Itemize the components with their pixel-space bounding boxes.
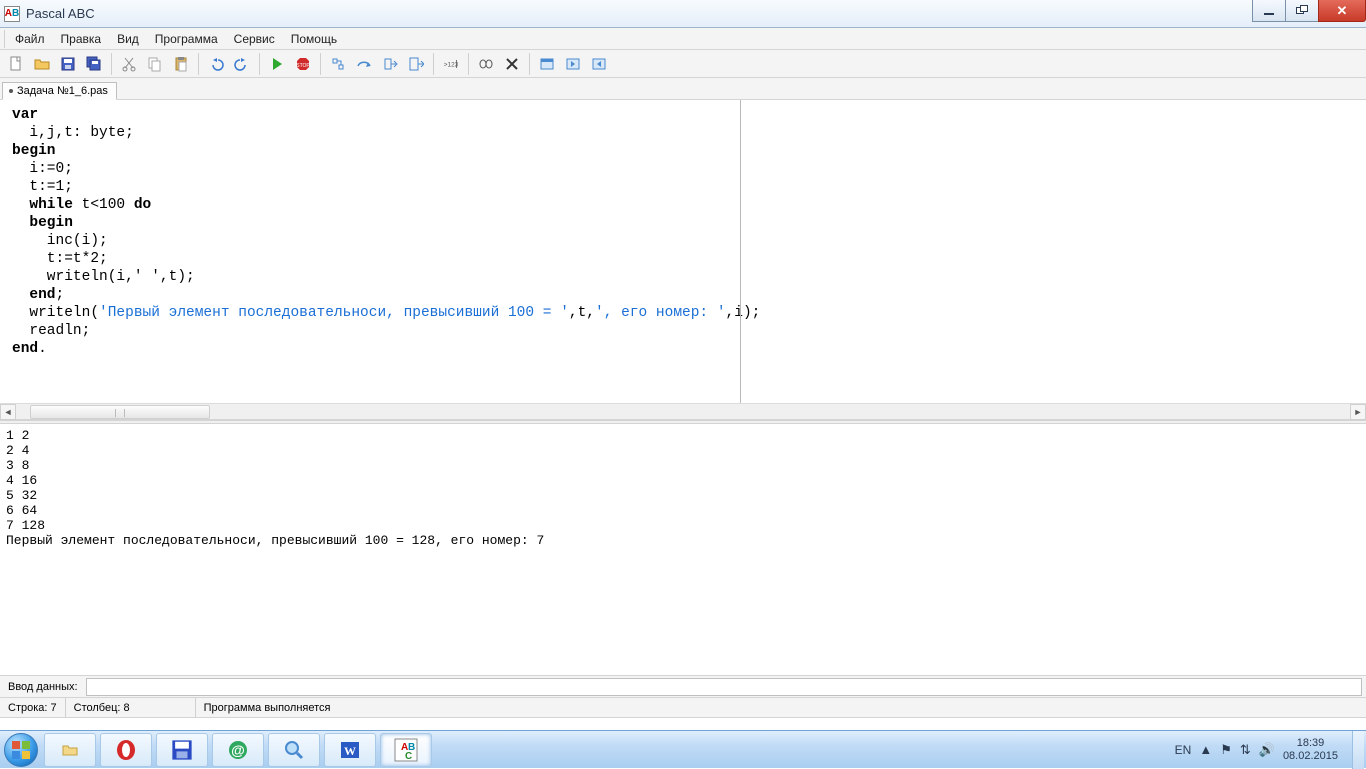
windows-logo-icon (12, 741, 30, 759)
windows-taskbar: @ W ABC EN ▲ ⚑ ⇅ 🔊 18:39 08.02.2015 (0, 730, 1366, 768)
tray-time: 18:39 (1283, 737, 1338, 750)
taskbar-pascal-abc[interactable]: ABC (380, 733, 432, 767)
tray-volume-icon[interactable]: 🔊 (1259, 742, 1275, 758)
scroll-thumb[interactable] (30, 405, 210, 419)
run-button[interactable] (265, 52, 289, 76)
tab-bar: Задача №1_6.pas (0, 78, 1366, 100)
tab-label: Задача №1_6.pas (17, 85, 108, 97)
language-indicator[interactable]: EN (1175, 743, 1192, 757)
step-out-button[interactable] (378, 52, 402, 76)
minimize-button[interactable] (1252, 0, 1286, 22)
svg-text:C: C (405, 751, 412, 762)
menu-bar: Файл Правка Вид Программа Сервис Помощь (0, 28, 1366, 50)
menu-file[interactable]: Файл (7, 29, 53, 49)
output-line: 3 8 (6, 458, 29, 473)
tray-network-icon[interactable]: ⇅ (1240, 742, 1251, 758)
window-title: Pascal ABC (26, 6, 95, 21)
run-to-cursor-button[interactable] (404, 52, 428, 76)
toolbar: STOP >123 (0, 50, 1366, 78)
close-button[interactable] (1318, 0, 1366, 22)
menu-edit[interactable]: Правка (53, 29, 110, 49)
output-panel[interactable]: 1 2 2 4 3 8 4 16 5 32 6 64 7 128 Первый … (0, 424, 1366, 676)
output-line: 1 2 (6, 428, 29, 443)
copy-button[interactable] (143, 52, 167, 76)
step-into-button[interactable] (326, 52, 350, 76)
menu-service[interactable]: Сервис (226, 29, 283, 49)
show-desktop-button[interactable] (1352, 731, 1364, 769)
window-titlebar: AB Pascal ABC (0, 0, 1366, 28)
start-button[interactable] (0, 731, 42, 769)
menu-program[interactable]: Программа (147, 29, 226, 49)
new-file-button[interactable] (4, 52, 28, 76)
output-line: 2 4 (6, 443, 29, 458)
save-button[interactable] (56, 52, 80, 76)
output-line: 5 32 (6, 488, 37, 503)
status-column: Столбец: 8 (66, 698, 196, 717)
code-editor[interactable]: var i,j,t: byte; begin i:=0; t:=1; while… (0, 100, 1366, 403)
scroll-left-button[interactable]: ◄ (0, 404, 16, 420)
input-output-button[interactable]: >123 (439, 52, 463, 76)
svg-text:W: W (344, 744, 356, 758)
svg-text:@: @ (231, 742, 245, 758)
svg-text:STOP: STOP (296, 63, 310, 69)
output-line: Первый элемент последовательноси, превыс… (6, 533, 544, 548)
taskbar-mail[interactable]: @ (212, 733, 264, 767)
output-line: 4 16 (6, 473, 37, 488)
window-controls (1253, 0, 1366, 22)
input-row: Ввод данных: (0, 676, 1366, 698)
input-label: Ввод данных: (0, 681, 86, 693)
menu-help[interactable]: Помощь (283, 29, 345, 49)
file-tab[interactable]: Задача №1_6.pas (2, 82, 117, 100)
taskbar-word[interactable]: W (324, 733, 376, 767)
tray-date: 08.02.2015 (1283, 750, 1338, 763)
undo-button[interactable] (204, 52, 228, 76)
editor-margin-line (740, 100, 741, 403)
status-message: Программа выполняется (196, 698, 339, 717)
watch-button[interactable] (474, 52, 498, 76)
form-right-button[interactable] (587, 52, 611, 76)
tray-action-center-icon[interactable]: ⚑ (1220, 742, 1232, 758)
system-tray: EN ▲ ⚑ ⇅ 🔊 18:39 08.02.2015 (1175, 731, 1366, 769)
output-line: 7 128 (6, 518, 45, 533)
form-left-button[interactable] (561, 52, 585, 76)
stop-button[interactable]: STOP (291, 52, 315, 76)
maximize-button[interactable] (1285, 0, 1319, 22)
horizontal-scrollbar[interactable]: ◄ ► (0, 403, 1366, 419)
cut-button[interactable] (117, 52, 141, 76)
redo-button[interactable] (230, 52, 254, 76)
tray-flag-icon[interactable]: ▲ (1199, 742, 1212, 757)
modified-indicator-icon (9, 89, 13, 93)
status-line: Строка: 7 (0, 698, 66, 717)
paste-button[interactable] (169, 52, 193, 76)
app-icon: AB (4, 6, 20, 22)
taskbar-magnifier[interactable] (268, 733, 320, 767)
status-bar: Строка: 7 Столбец: 8 Программа выполняет… (0, 698, 1366, 718)
output-line: 6 64 (6, 503, 37, 518)
step-over-button[interactable] (352, 52, 376, 76)
data-input[interactable] (86, 678, 1362, 696)
scroll-right-button[interactable]: ► (1350, 404, 1366, 420)
tray-clock[interactable]: 18:39 08.02.2015 (1283, 737, 1344, 763)
open-file-button[interactable] (30, 52, 54, 76)
save-all-button[interactable] (82, 52, 106, 76)
form-button[interactable] (535, 52, 559, 76)
editor-area: var i,j,t: byte; begin i:=0; t:=1; while… (0, 100, 1366, 420)
taskbar-opera[interactable] (100, 733, 152, 767)
scroll-track[interactable] (16, 404, 1350, 420)
taskbar-save-app[interactable] (156, 733, 208, 767)
menu-view[interactable]: Вид (109, 29, 147, 49)
breakpoint-button[interactable] (500, 52, 524, 76)
taskbar-explorer[interactable] (44, 733, 96, 767)
